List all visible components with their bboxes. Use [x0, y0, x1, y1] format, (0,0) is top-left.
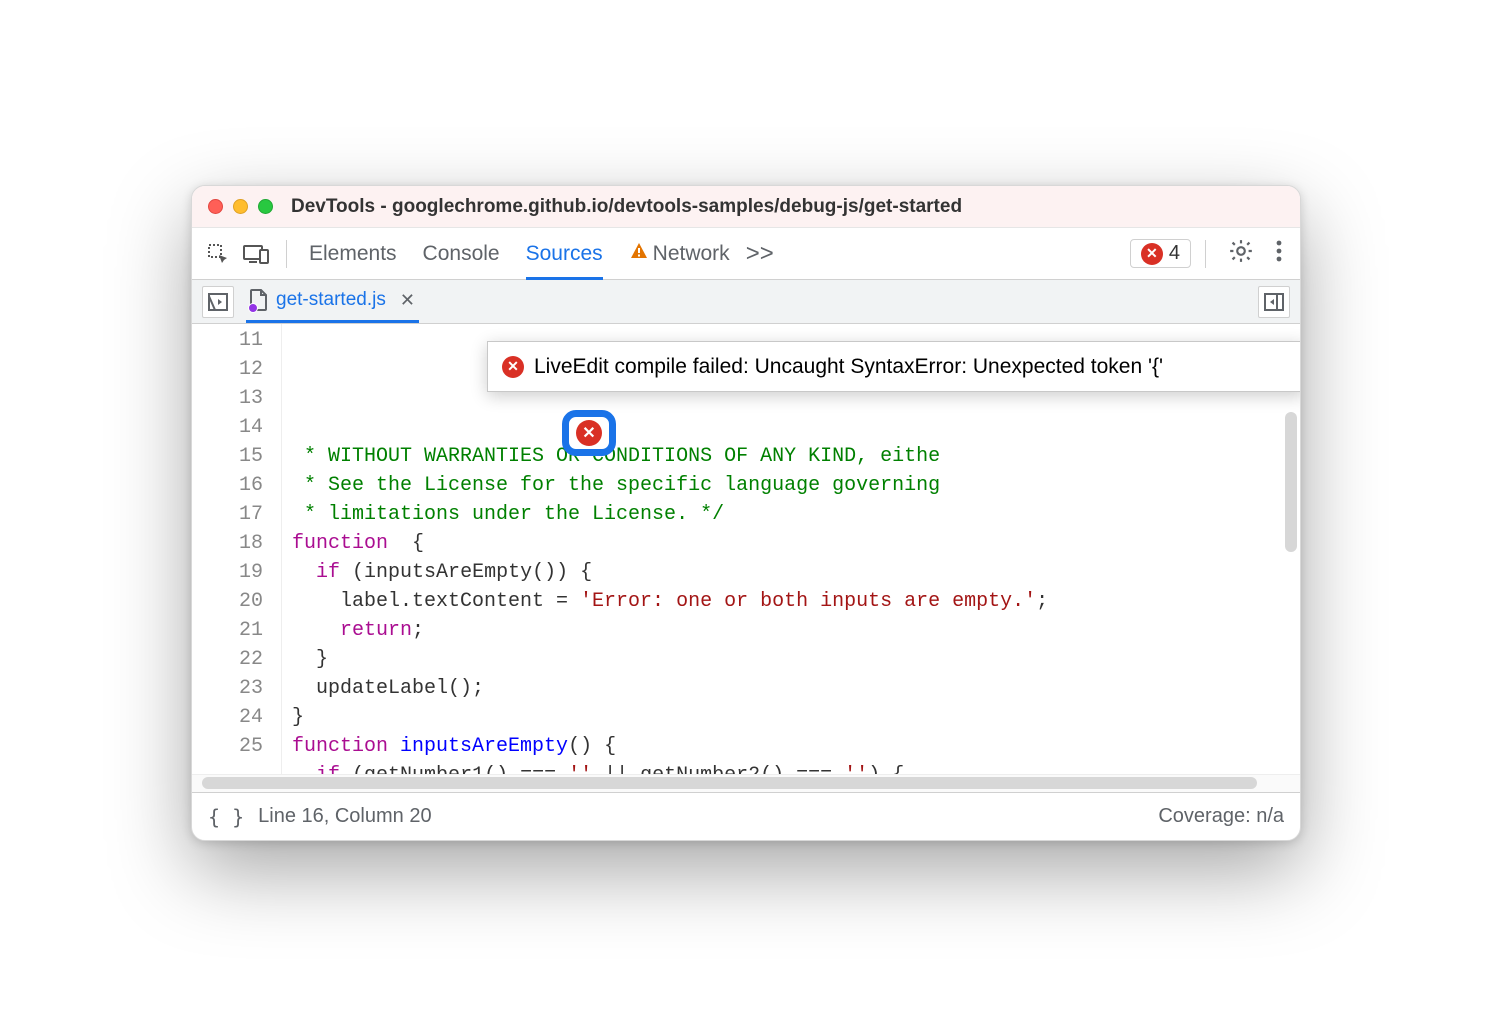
line-number[interactable]: 11 — [192, 326, 263, 355]
tab-elements[interactable]: Elements — [309, 228, 397, 279]
line-number[interactable]: 19 — [192, 558, 263, 587]
more-tabs-button[interactable]: >> — [736, 240, 784, 268]
tooltip-message: LiveEdit compile failed: Uncaught Syntax… — [534, 352, 1163, 381]
maximize-window-button[interactable] — [258, 199, 273, 214]
vertical-scrollbar[interactable] — [1285, 412, 1297, 552]
minimize-window-button[interactable] — [233, 199, 248, 214]
tab-network-label: Network — [653, 242, 730, 266]
modified-indicator-icon — [248, 303, 258, 313]
tab-network[interactable]: Network — [629, 228, 730, 279]
error-icon: ✕ — [1141, 243, 1163, 265]
tab-console[interactable]: Console — [423, 228, 500, 279]
code-line[interactable]: updateLabel(); — [292, 674, 1300, 703]
horizontal-scrollbar-track[interactable] — [192, 774, 1300, 792]
settings-button[interactable] — [1220, 238, 1262, 269]
line-number[interactable]: 12 — [192, 355, 263, 384]
line-number[interactable]: 23 — [192, 674, 263, 703]
close-tab-button[interactable]: ✕ — [400, 290, 415, 311]
horizontal-scrollbar-thumb[interactable] — [202, 777, 1257, 789]
cursor-position: Line 16, Column 20 — [258, 805, 431, 828]
titlebar: DevTools - googlechrome.github.io/devtoo… — [192, 186, 1300, 228]
line-number[interactable]: 13 — [192, 384, 263, 413]
inspect-element-icon[interactable] — [202, 238, 234, 270]
sources-subbar: get-started.js ✕ — [192, 280, 1300, 324]
devtools-window: DevTools - googlechrome.github.io/devtoo… — [191, 185, 1301, 841]
error-marker-icon: ✕ — [576, 420, 602, 446]
warning-icon — [629, 241, 649, 267]
line-number[interactable]: 25 — [192, 732, 263, 761]
file-tab-active[interactable]: get-started.js ✕ — [246, 280, 419, 323]
tab-sources[interactable]: Sources — [526, 228, 603, 279]
line-number[interactable]: 24 — [192, 703, 263, 732]
line-number[interactable]: 14 — [192, 413, 263, 442]
show-navigator-button[interactable] — [202, 286, 234, 318]
error-tooltip: ✕ LiveEdit compile failed: Uncaught Synt… — [487, 341, 1300, 392]
error-marker-highlight: ✕ — [562, 410, 616, 456]
line-number[interactable]: 16 — [192, 471, 263, 500]
code-line[interactable]: } — [292, 645, 1300, 674]
line-number[interactable]: 20 — [192, 587, 263, 616]
more-options-button[interactable] — [1268, 240, 1290, 267]
code-line[interactable]: if (inputsAreEmpty()) { — [292, 558, 1300, 587]
error-icon: ✕ — [502, 356, 524, 378]
line-number[interactable]: 18 — [192, 529, 263, 558]
code-line[interactable]: function inputsAreEmpty() { — [292, 732, 1300, 761]
toolbar-divider — [286, 240, 287, 268]
code-line[interactable]: * limitations under the License. */ — [292, 500, 1300, 529]
line-number[interactable]: 22 — [192, 645, 263, 674]
code-content[interactable]: ✕ LiveEdit compile failed: Uncaught Synt… — [282, 324, 1300, 774]
window-title: DevTools - googlechrome.github.io/devtoo… — [291, 196, 962, 218]
status-bar: { } Line 16, Column 20 Coverage: n/a — [192, 792, 1300, 840]
device-toolbar-icon[interactable] — [240, 238, 272, 270]
panel-tabs: Elements Console Sources Network — [301, 228, 730, 279]
pretty-print-button[interactable]: { } — [208, 805, 244, 829]
code-line[interactable]: * WITHOUT WARRANTIES OR CONDITIONS OF AN… — [292, 442, 1300, 471]
traffic-lights — [208, 199, 273, 214]
line-number[interactable]: 15 — [192, 442, 263, 471]
error-count-badge[interactable]: ✕ 4 — [1130, 239, 1191, 268]
code-line[interactable]: * See the License for the specific langu… — [292, 471, 1300, 500]
line-number-gutter[interactable]: 111213141516171819202122232425 — [192, 324, 282, 774]
toolbar-divider — [1205, 240, 1206, 268]
code-line[interactable]: if (getNumber1() === '' || getNumber2() … — [292, 761, 1300, 774]
source-editor[interactable]: 111213141516171819202122232425 ✕ LiveEdi… — [192, 324, 1300, 774]
code-line[interactable]: function { — [292, 529, 1300, 558]
code-line[interactable]: return; — [292, 616, 1300, 645]
main-toolbar: Elements Console Sources Network >> ✕ 4 — [192, 228, 1300, 280]
coverage-status: Coverage: n/a — [1158, 805, 1284, 828]
error-count: 4 — [1169, 242, 1180, 265]
line-number[interactable]: 21 — [192, 616, 263, 645]
line-number[interactable]: 17 — [192, 500, 263, 529]
code-line[interactable]: label.textContent = 'Error: one or both … — [292, 587, 1300, 616]
code-line[interactable]: } — [292, 703, 1300, 732]
js-file-icon — [250, 289, 268, 311]
show-debugger-button[interactable] — [1258, 286, 1290, 318]
close-window-button[interactable] — [208, 199, 223, 214]
file-tab-name: get-started.js — [276, 289, 386, 311]
